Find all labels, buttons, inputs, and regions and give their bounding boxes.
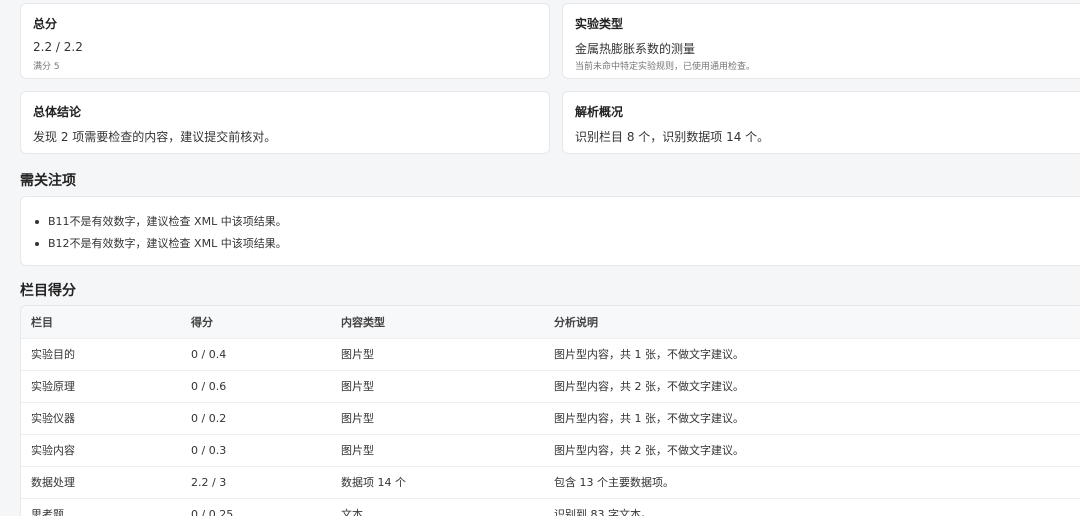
cell-content-type: 数据项 14 个 [331, 466, 544, 499]
conclusion-value: 发现 2 项需要检查的内容，建议提交前核对。 [33, 130, 277, 144]
notes-section-title: 需关注项 [20, 173, 76, 189]
cell-section: 数据处理 [21, 466, 181, 499]
experiment-type-title: 实验类型 [575, 17, 624, 31]
cell-analysis: 包含 13 个主要数据项。 [544, 466, 1080, 499]
total-score-max: 满分 5 [33, 62, 60, 72]
conclusion-card: 总体结论 发现 2 项需要检查的内容，建议提交前核对。 [20, 91, 550, 154]
scores-section-title: 栏目得分 [20, 283, 76, 299]
parse-overview-card: 解析概况 识别栏目 8 个，识别数据项 14 个。 [562, 91, 1080, 154]
column-header-content-type: 内容类型 [331, 306, 544, 339]
scores-table: 栏目 得分 内容类型 分析说明 实验目的 0 / 0.4 图片型 图片型内容，共… [21, 306, 1080, 516]
parse-overview-title: 解析概况 [575, 105, 624, 119]
table-header-row: 栏目 得分 内容类型 分析说明 [21, 306, 1080, 339]
cell-content-type: 文本 [331, 498, 544, 516]
cell-section: 实验内容 [21, 434, 181, 467]
report-page: 总分 2.2 / 2.2 满分 5 实验类型 金属热膨胀系数的测量 当前未命中特… [0, 0, 1080, 516]
table-row: 数据处理 2.2 / 3 数据项 14 个 包含 13 个主要数据项。 [21, 466, 1080, 499]
cell-analysis: 图片型内容，共 1 张，不做文字建议。 [544, 338, 1080, 371]
cell-section: 实验仪器 [21, 402, 181, 435]
notes-panel: B11不是有效数字，建议检查 XML 中该项结果。 B12不是有效数字，建议检查… [20, 196, 1080, 266]
cell-content-type: 图片型 [331, 370, 544, 403]
cell-content-type: 图片型 [331, 338, 544, 371]
conclusion-title: 总体结论 [33, 105, 82, 119]
cell-score: 2.2 / 3 [181, 466, 331, 499]
cell-score: 0 / 0.2 [181, 402, 331, 435]
column-header-analysis: 分析说明 [544, 306, 1080, 339]
note-item: B11不是有效数字，建议检查 XML 中该项结果。 [35, 213, 1080, 235]
experiment-type-note: 当前未命中特定实验规则，已使用通用检查。 [575, 62, 756, 72]
cell-section: 思考题 [21, 498, 181, 516]
cell-section: 实验原理 [21, 370, 181, 403]
total-score-title: 总分 [33, 17, 58, 31]
table-row: 实验仪器 0 / 0.2 图片型 图片型内容，共 1 张，不做文字建议。 [21, 402, 1080, 435]
cell-section: 实验目的 [21, 338, 181, 371]
cell-analysis: 图片型内容，共 1 张，不做文字建议。 [544, 402, 1080, 435]
table-row: 实验目的 0 / 0.4 图片型 图片型内容，共 1 张，不做文字建议。 [21, 338, 1080, 371]
scores-table-container: 栏目 得分 内容类型 分析说明 实验目的 0 / 0.4 图片型 图片型内容，共… [20, 305, 1080, 516]
cell-score: 0 / 0.3 [181, 434, 331, 467]
experiment-type-value: 金属热膨胀系数的测量 [575, 42, 696, 56]
note-item: B12不是有效数字，建议检查 XML 中该项结果。 [35, 235, 1080, 257]
cell-analysis: 图片型内容，共 2 张，不做文字建议。 [544, 370, 1080, 403]
column-header-score: 得分 [181, 306, 331, 339]
table-row: 思考题 0 / 0.25 文本 识别到 83 字文本。 [21, 498, 1080, 516]
cell-analysis: 识别到 83 字文本。 [544, 498, 1080, 516]
cell-score: 0 / 0.25 [181, 498, 331, 516]
total-score-value: 2.2 / 2.2 [33, 40, 83, 54]
total-score-card: 总分 2.2 / 2.2 满分 5 [20, 3, 550, 79]
cell-content-type: 图片型 [331, 402, 544, 435]
experiment-type-card: 实验类型 金属热膨胀系数的测量 当前未命中特定实验规则，已使用通用检查。 [562, 3, 1080, 79]
table-row: 实验原理 0 / 0.6 图片型 图片型内容，共 2 张，不做文字建议。 [21, 370, 1080, 403]
cell-score: 0 / 0.4 [181, 338, 331, 371]
cell-analysis: 图片型内容，共 2 张，不做文字建议。 [544, 434, 1080, 467]
cell-score: 0 / 0.6 [181, 370, 331, 403]
cell-content-type: 图片型 [331, 434, 544, 467]
parse-overview-value: 识别栏目 8 个，识别数据项 14 个。 [575, 130, 770, 144]
table-row: 实验内容 0 / 0.3 图片型 图片型内容，共 2 张，不做文字建议。 [21, 434, 1080, 467]
column-header-section: 栏目 [21, 306, 181, 339]
notes-list: B11不是有效数字，建议检查 XML 中该项结果。 B12不是有效数字，建议检查… [21, 197, 1080, 257]
